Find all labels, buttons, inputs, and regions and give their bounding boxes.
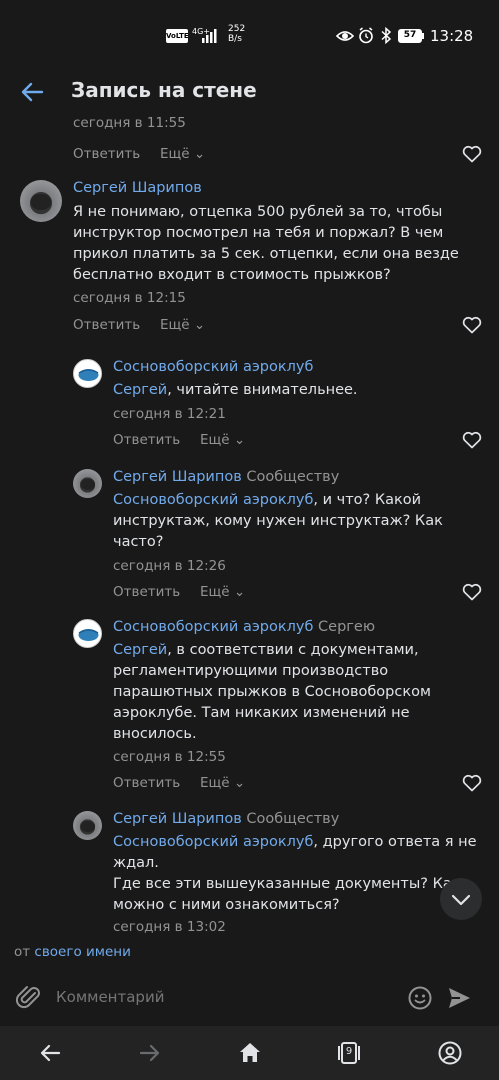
app-header: Запись на стене [0,72,499,116]
comment-author[interactable]: Сосновоборский аэроклуб Сергею [113,619,375,635]
comment-text: Сергей, в соответствии с документами, ре… [113,642,431,742]
send-icon[interactable] [446,985,472,1011]
mention-link[interactable]: Сергей [113,642,167,658]
chevron-down-icon: ⌄ [229,775,246,791]
from-prefix: от [14,944,31,960]
more-button[interactable]: Ещё ⌄ [160,146,205,162]
mention-link[interactable]: Сосновоборский аэроклуб [113,834,313,850]
chevron-down-icon: ⌄ [189,317,206,333]
comment-reply: Сосновоборский аэроклуб Сергей, читайте … [0,356,499,456]
avatar[interactable] [73,811,102,840]
home-icon[interactable] [237,1040,263,1066]
more-button[interactable]: Ещё ⌄ [200,432,245,448]
tabs-button[interactable]: 9 [336,1040,362,1066]
chevron-down-icon: ⌄ [229,432,246,448]
profile-icon[interactable] [437,1040,463,1066]
attach-paperclip-icon[interactable] [16,984,42,1010]
chevron-down-icon [451,894,471,906]
comment-author[interactable]: Сергей Шарипов [73,180,202,196]
comment-time: сегодня в 13:02 [113,919,226,935]
comment-author[interactable]: Сосновоборский аэроклуб [113,359,313,375]
page-title: Запись на стене [71,78,257,102]
reply-target: Сообществу [246,811,340,827]
volte-badge: VoLTE [166,29,189,43]
comment-text: Сосновоборский аэроклуб, другого ответа … [113,834,477,913]
status-bar: VoLTE 4G+ 252 B/s 57 13:28 [0,0,499,72]
reply-button[interactable]: Ответить [73,146,140,162]
comment-time: сегодня в 12:21 [113,406,226,422]
navigation-bar: 9 [0,1026,499,1080]
reply-button[interactable]: Ответить [73,317,140,333]
club-logo-icon [78,369,99,381]
like-heart-icon[interactable] [462,583,482,601]
eye-icon [336,31,354,41]
net-speed: 252 B/s [228,24,246,44]
comment-author[interactable]: Сергей Шарипов Сообществу [113,811,339,827]
avatar[interactable] [73,619,102,648]
back-arrow-icon[interactable] [38,1041,62,1065]
post-as-link[interactable]: своего имени [34,944,130,960]
tabs-count: 9 [345,1046,353,1057]
clock: 13:28 [430,27,474,45]
scroll-down-button[interactable] [440,878,482,920]
club-logo-icon [78,629,99,641]
avatar[interactable] [20,180,62,222]
comment-input-bar [0,968,499,1026]
more-label: Ещё [200,432,230,448]
more-label: Ещё [160,317,190,333]
more-label: Ещё [200,584,230,600]
back-arrow-icon[interactable] [18,78,46,106]
chevron-down-icon: ⌄ [189,146,206,162]
post-as-selector[interactable]: от своего имени [14,944,131,960]
mention-link[interactable]: Сергей [113,382,167,398]
more-button[interactable]: Ещё ⌄ [160,317,205,333]
comment-time: сегодня в 12:15 [73,290,186,306]
mention-link[interactable]: Сосновоборский аэроклуб [113,492,313,508]
reply-target: Сергею [318,619,376,635]
more-label: Ещё [160,146,190,162]
comment-time: сегодня в 12:26 [113,558,226,574]
battery-icon: 57 [398,29,422,43]
alarm-icon [359,27,373,44]
comment-text: Сосновоборский аэроклуб, и что? Какой ин… [113,492,443,550]
comment-reply: Сосновоборский аэроклуб Сергею Сергей, в… [0,616,499,796]
more-label: Ещё [200,775,230,791]
comment-input[interactable] [56,982,396,1012]
emoji-smile-icon[interactable] [407,985,433,1011]
chevron-down-icon: ⌄ [229,584,246,600]
reply-button[interactable]: Ответить [113,584,180,600]
like-heart-icon[interactable] [462,774,482,792]
more-button[interactable]: Ещё ⌄ [200,775,245,791]
like-heart-icon[interactable] [462,145,482,163]
comment-author[interactable]: Сергей Шарипов Сообществу [113,469,339,485]
like-heart-icon[interactable] [462,316,482,334]
comment-time: сегодня в 12:55 [113,749,226,765]
signal-icon [202,29,217,43]
reply-target: Сообществу [246,469,340,485]
comment-text: Я не понимаю, отцепка 500 рублей за то, … [73,204,459,283]
comment-item: Сергей Шарипов Я не понимаю, отцепка 500… [0,176,499,346]
comment-text: Сергей, читайте внимательнее. [113,382,358,398]
reply-button[interactable]: Ответить [113,775,180,791]
comment-reply: Сергей Шарипов Сообществу Сосновоборский… [0,466,499,606]
reply-button[interactable]: Ответить [113,432,180,448]
comment-time: сегодня в 11:55 [73,116,186,131]
comments-feed[interactable]: сегодня в 11:55 Ответить Ещё ⌄ Сергей Ша… [0,116,499,940]
more-button[interactable]: Ещё ⌄ [200,584,245,600]
avatar[interactable] [73,359,102,388]
avatar[interactable] [73,469,102,498]
comment-reply: Сергей Шарипов Сообществу Сосновоборский… [0,808,499,940]
bluetooth-icon [381,27,392,44]
forward-arrow-icon[interactable] [138,1041,162,1065]
like-heart-icon[interactable] [462,431,482,449]
